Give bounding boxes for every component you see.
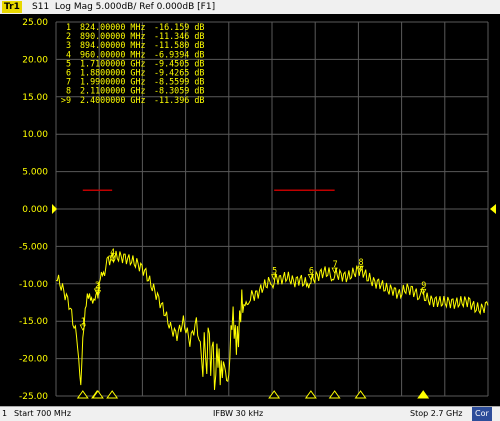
marker-point-label: 4 — [110, 247, 115, 257]
y-tick-label: -15.00 — [19, 317, 48, 327]
plot-background — [0, 14, 500, 406]
y-tick-label: 0.000 — [22, 205, 48, 215]
stop-frequency[interactable]: Stop 2.7 GHz — [410, 407, 462, 421]
marker-table: 1 824.00000 MHz -16.159 dB2 890.00000 MHz -1… — [61, 22, 205, 105]
channel-number[interactable]: 1 — [2, 407, 7, 421]
trace-label[interactable]: Tr1 — [2, 1, 22, 13]
y-tick-label: 15.00 — [22, 93, 48, 103]
y-tick-label: -5.000 — [19, 242, 48, 252]
title-bar: Tr1 S11 Log Mag 5.000dB/ Ref 0.000dB [F1… — [0, 0, 500, 15]
marker-point-label: 6 — [309, 266, 314, 276]
marker-point-label: 7 — [333, 259, 338, 269]
ifbw-setting[interactable]: IFBW 30 kHz — [213, 407, 263, 421]
marker-number: >9 — [61, 95, 71, 105]
marker-frequency: 2.4000000 GHz — [80, 95, 146, 105]
correction-badge[interactable]: Cor — [472, 407, 492, 421]
marker-point-label: 1 — [81, 316, 86, 326]
y-tick-label: 10.00 — [22, 130, 48, 140]
y-tick-label: -25.00 — [19, 392, 48, 402]
marker-point-label: 5 — [272, 266, 277, 276]
y-tick-label: -10.00 — [19, 280, 48, 290]
y-tick-label: -20.00 — [19, 355, 48, 365]
marker-point-label: 3 — [96, 282, 101, 292]
y-tick-label: 5.000 — [22, 168, 48, 178]
trace-title: S11 Log Mag 5.000dB/ Ref 0.000dB [F1] — [32, 2, 216, 12]
marker-row[interactable]: >9 2.4000000 GHz -11.396 dB — [61, 95, 205, 105]
marker-point-label: 9 — [421, 280, 426, 290]
y-tick-label: 25.00 — [22, 18, 48, 28]
y-tick-label: 20.00 — [22, 55, 48, 65]
marker-point-label: 8 — [359, 257, 364, 267]
plot-area: 25.00 20.00 15.00 10.00 5.000 0.000 -5.000 -10.… — [0, 14, 500, 406]
marker-value: -11.396 dB — [154, 95, 204, 105]
start-frequency[interactable]: Start 700 MHz — [14, 407, 71, 421]
status-bar: 1 Start 700 MHz IFBW 30 kHz Stop 2.7 GHz… — [0, 406, 500, 421]
